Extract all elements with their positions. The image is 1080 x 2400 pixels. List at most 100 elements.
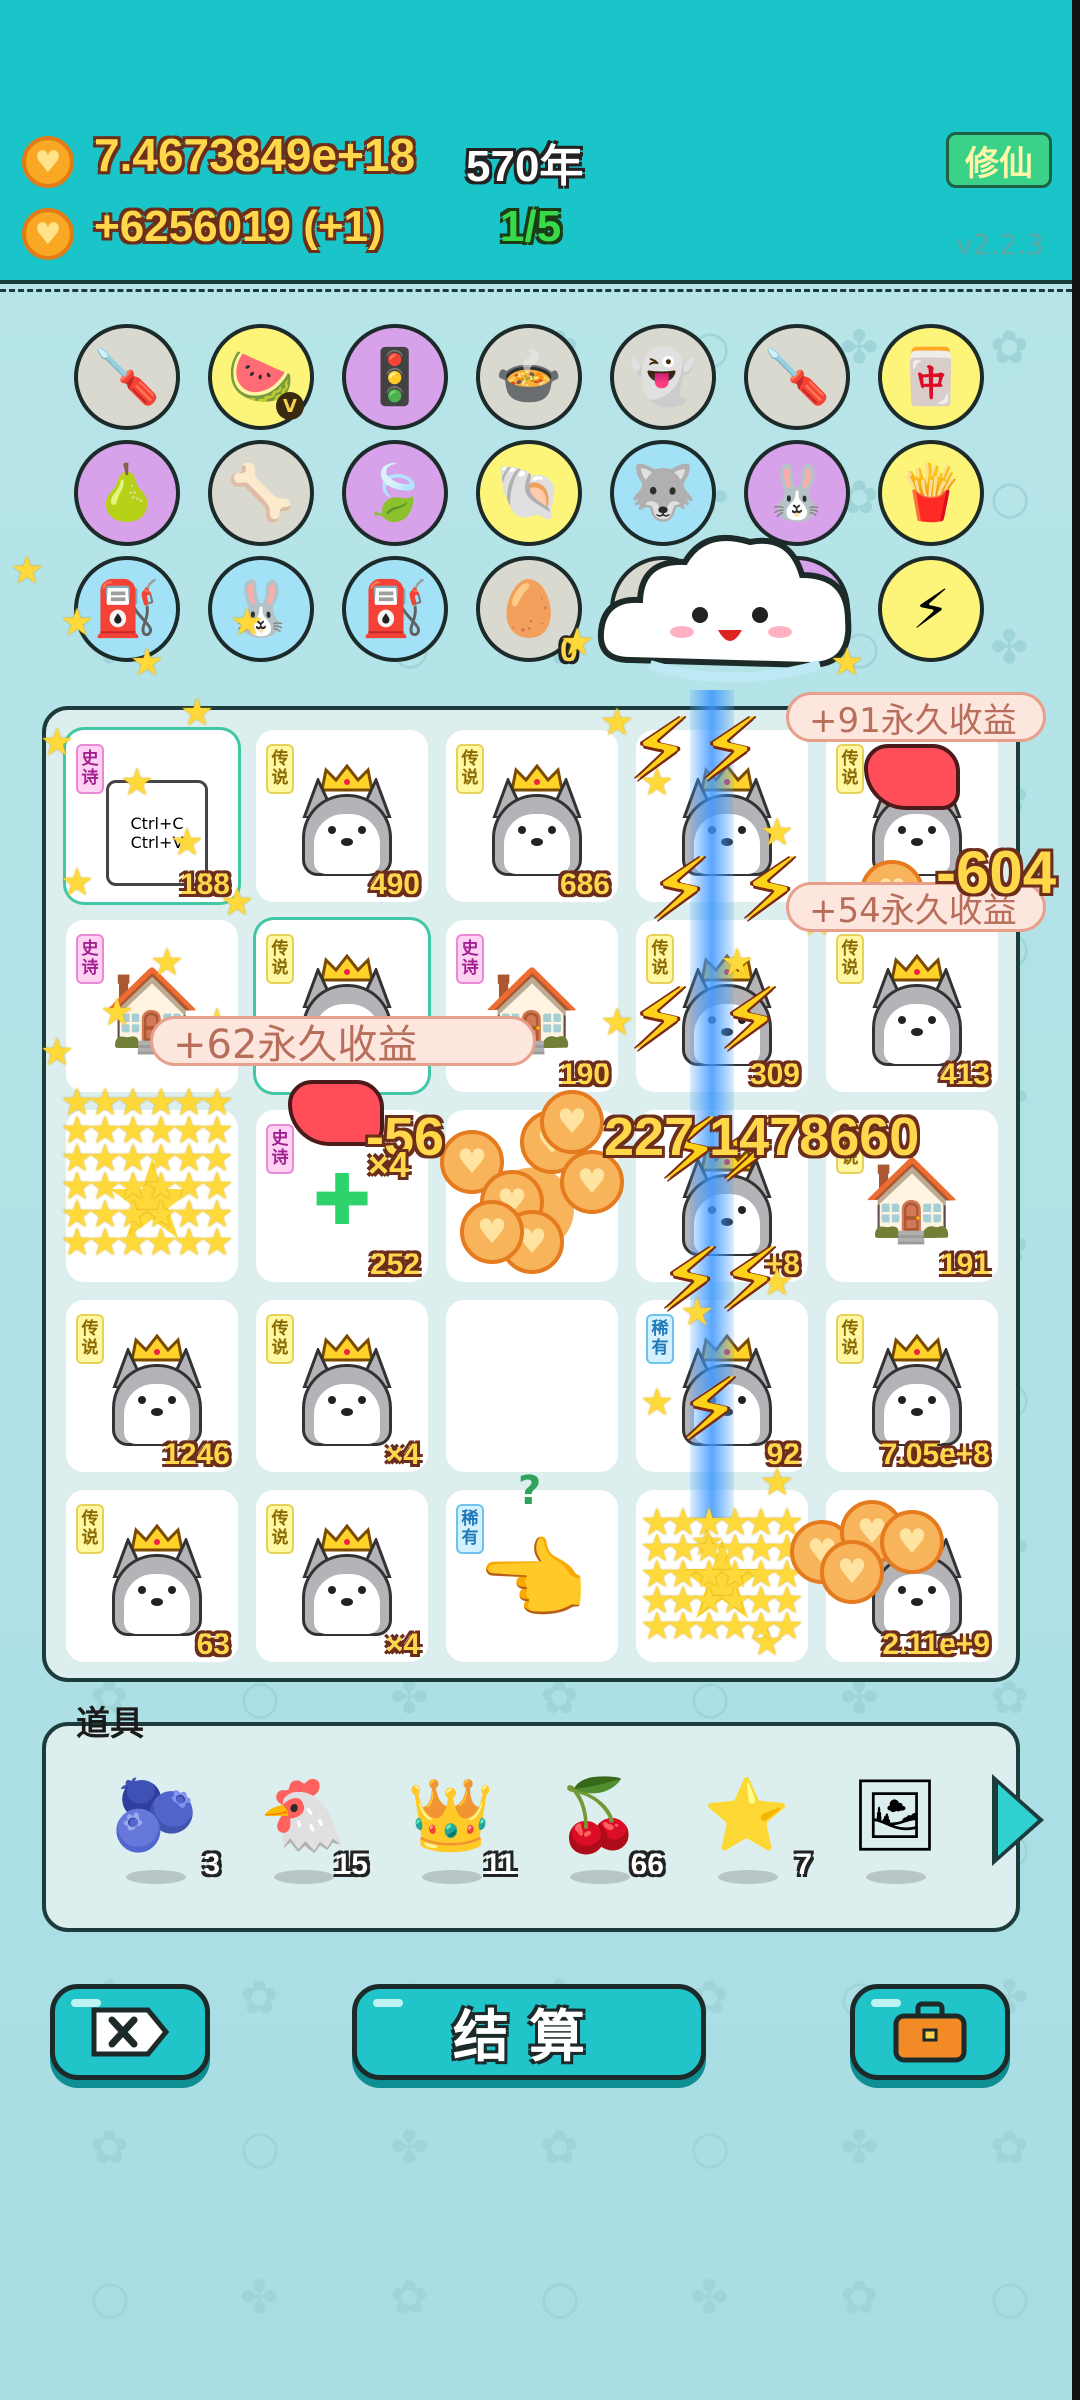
total-coins: 7.4673849e+18 [94, 129, 416, 181]
board-cell[interactable]: 传说 7.05e+8 [826, 1300, 998, 1472]
board-cell[interactable]: 👈 稀有 [446, 1490, 618, 1662]
prop-count: 7 [795, 1848, 812, 1881]
star-particle: ★ [40, 720, 75, 764]
item-count: 191 [939, 1248, 990, 1281]
item-count: 2.11e+9 [882, 1628, 990, 1661]
screwdriver-icon[interactable]: 🪛 [744, 324, 850, 430]
prop-item[interactable]: 🖼 [840, 1770, 950, 1890]
board-cell[interactable] [446, 1300, 618, 1472]
screen-edge [1072, 0, 1080, 2400]
bag-button[interactable] [850, 1984, 1010, 2080]
board-cell[interactable]: 传说 ×4 [256, 1300, 428, 1472]
prop-count: 66 [630, 1848, 664, 1881]
board-cell[interactable]: 传说 1246 [66, 1300, 238, 1472]
ghost-icon[interactable]: 👻 [610, 324, 716, 430]
item-count: 1246 [163, 1438, 230, 1471]
star-particle: ★ [770, 1604, 805, 1648]
screwdriver-icon[interactable]: 🪛 [74, 324, 180, 430]
income-popup: -604 [936, 839, 1057, 906]
husky-king-icon [102, 1524, 212, 1636]
lightning-icon[interactable]: ⚡ [878, 556, 984, 662]
pump-icon[interactable]: ⛽ [342, 556, 448, 662]
fries-icon[interactable]: 🍟 [878, 440, 984, 546]
pattern-glyph: ✿ [240, 1970, 279, 2024]
vip-badge-icon: V [276, 392, 304, 420]
board-cell[interactable]: 传说 63 [66, 1490, 238, 1662]
prop-item[interactable]: 🐔 15 [248, 1770, 368, 1890]
board-cell[interactable]: 传说 686 [446, 730, 618, 902]
income-per-second: +6256019 (+1) [94, 202, 383, 251]
years-counter: 570年 [466, 142, 584, 191]
bonus-popup: +91永久收益 [786, 692, 1046, 742]
heart-coin-icon: ♥ [820, 1540, 884, 1604]
star-particle: ★ [220, 880, 255, 924]
leaf-icon[interactable]: 🍃 [342, 440, 448, 546]
heart-coin-icon: ♥ [22, 208, 74, 260]
star-particle: ★ [150, 940, 185, 984]
tiles-icon[interactable]: 🀄 [878, 324, 984, 430]
pattern-glyph: ○ [990, 470, 1031, 524]
delete-button[interactable] [50, 1984, 210, 2080]
prop-count: 15 [334, 1848, 368, 1881]
heart-coin-icon: ♥ [880, 1510, 944, 1574]
shell-icon[interactable]: 🐚 [476, 440, 582, 546]
rarity-tag: 传说 [836, 934, 864, 984]
duck-pot-icon[interactable]: 🍲 [476, 324, 582, 430]
prop-count: 3 [203, 1848, 220, 1881]
pattern-glyph: ✤ [990, 620, 1029, 674]
board-cell[interactable]: 传说 ×4 [256, 1490, 428, 1662]
props-title: 道具 [76, 1704, 144, 1744]
white-chicken-icon: 🐔 [259, 1773, 347, 1856]
board-cell[interactable]: 传说 490 [256, 730, 428, 902]
pattern-glyph: ○ [540, 2270, 581, 2324]
rarity-tag: 史诗 [456, 934, 484, 984]
husky-king-icon [102, 1334, 212, 1446]
husky-king-icon [482, 764, 592, 876]
prop-item[interactable]: 🫐 3 [100, 1770, 220, 1890]
multiplier-label: ×4 [368, 1144, 410, 1185]
star-particle: ★ [60, 860, 95, 904]
settle-button[interactable]: 结算 [352, 1984, 706, 2080]
rarity-tag: 传说 [836, 744, 864, 794]
rarity-tag: 传说 [836, 1314, 864, 1364]
item-count: ×4 [385, 1438, 420, 1471]
star-particle: ★ [180, 690, 215, 734]
crown-icon: 👑 [407, 1773, 495, 1856]
rarity-tag: 传说 [76, 1314, 104, 1364]
dog-bowl-icon[interactable]: 🦴 [208, 440, 314, 546]
pattern-glyph: ○ [990, 2270, 1031, 2324]
lightning-bolt-icon: ⚡ [650, 840, 711, 940]
husky-king-icon [862, 1334, 972, 1446]
prop-shadow [866, 1870, 926, 1884]
prop-item[interactable]: ⭐ 7 [692, 1770, 812, 1890]
board-cell[interactable]: 🏠 史诗 190 [446, 920, 618, 1092]
star-icon: ⭐ [703, 1773, 791, 1856]
coins-popup: 227 1478660 [604, 1107, 920, 1167]
lychee-icon: 🍒 [555, 1773, 643, 1856]
star-particle: ★ [600, 700, 635, 744]
pattern-glyph: ✿ [840, 2270, 879, 2324]
pomelo-icon[interactable]: 🍐 [74, 440, 180, 546]
pattern-glyph: ✿ [90, 2120, 129, 2174]
fruit-basket-icon[interactable]: 🍉 V [208, 324, 314, 430]
husky-king-icon [292, 1524, 402, 1636]
rarity-tag: 传说 [266, 934, 294, 984]
rarity-tag: 传说 [76, 1504, 104, 1554]
item-count: ×4 [385, 1628, 420, 1661]
pattern-glyph: ✿ [540, 2120, 579, 2174]
xiuxian-button[interactable]: 修仙 [946, 132, 1052, 188]
star-particle: ★ [830, 640, 865, 684]
traffic-light-icon[interactable]: 🚦 [342, 324, 448, 430]
board-cell[interactable]: 传说 413 [826, 920, 998, 1092]
husky-king-icon [292, 764, 402, 876]
next-arrow-icon[interactable] [992, 1774, 1044, 1866]
pattern-glyph: ✤ [240, 2270, 279, 2324]
pattern-glyph: ○ [690, 2120, 731, 2174]
item-count: 63 [196, 1628, 230, 1661]
prop-item[interactable]: 👑 11 [396, 1770, 516, 1890]
prop-item[interactable]: 🍒 66 [544, 1770, 664, 1890]
lightning-bolt-icon: ⚡ [700, 700, 761, 800]
star-particle: ★ [170, 820, 205, 864]
heart-coin-icon: ♥ [460, 1200, 524, 1264]
star-particle: ★ [640, 1380, 675, 1424]
